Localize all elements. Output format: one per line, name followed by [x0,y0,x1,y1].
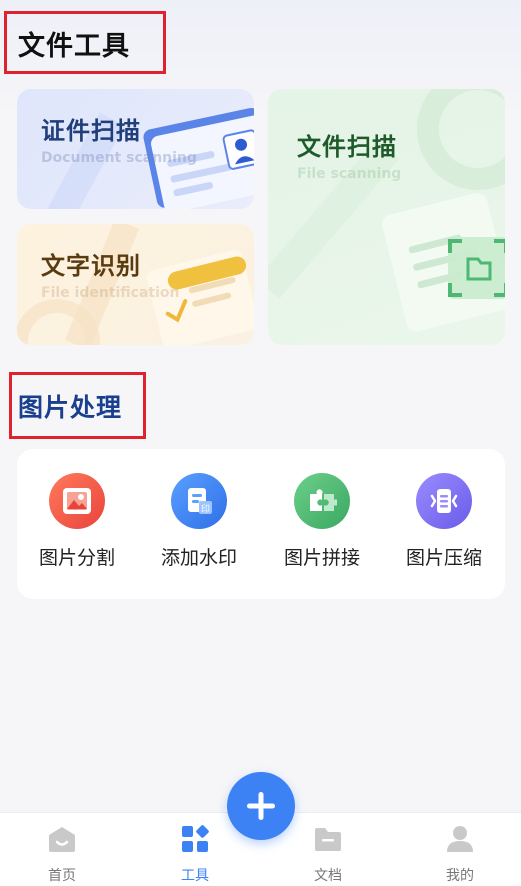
add-watermark-button[interactable]: 印 添加水印 [149,473,249,570]
ocr-card[interactable]: 文字识别 File identification [17,224,254,345]
image-stitch-label: 图片拼接 [283,547,360,569]
nav-label-tools: 工具 [181,868,209,884]
image-stitch-button[interactable]: 图片拼接 [272,473,372,570]
id-scan-card[interactable]: 证件扫描 Document scanning [17,89,254,209]
image-tools-panel: 图片分割 印 添加水印 图片拼接 图片压缩 [17,449,505,599]
watermark-icon: 印 [171,473,227,529]
profile-icon [447,826,473,852]
puzzle-icon [294,473,350,529]
nav-label-documents: 文档 [314,868,342,884]
ocr-title: 文字识别 [41,252,141,280]
file-scan-title: 文件扫描 [297,133,397,161]
nav-item-profile[interactable]: 我的 [420,823,500,885]
nav-item-tools[interactable]: 工具 [155,823,235,885]
image-split-icon [49,473,105,529]
ocr-subtitle: File identification [41,285,180,301]
folder-icon [315,828,341,851]
compress-icon [416,473,472,529]
nav-label-profile: 我的 [446,868,474,884]
tools-icon [182,825,209,852]
svg-text:印: 印 [201,503,210,515]
add-watermark-label: 添加水印 [160,547,237,569]
id-scan-title: 证件扫描 [41,117,141,145]
image-processing-title: 图片处理 [18,388,122,424]
nav-item-home[interactable]: 首页 [22,823,102,885]
file-scan-card[interactable]: 文件扫描 File scanning [268,89,505,345]
file-scan-subtitle: File scanning [297,166,402,182]
nav-label-home: 首页 [48,868,76,884]
home-icon [49,827,75,852]
image-compress-button[interactable]: 图片压缩 [394,473,494,570]
plus-icon [247,792,275,820]
image-compress-label: 图片压缩 [405,547,482,569]
nav-item-documents[interactable]: 文档 [288,823,368,885]
id-scan-subtitle: Document scanning [41,150,197,166]
add-fab-button[interactable] [227,772,295,840]
image-split-button[interactable]: 图片分割 [27,473,127,570]
id-card-illustration [47,107,254,209]
file-tools-title: 文件工具 [18,31,130,62]
image-split-label: 图片分割 [38,547,115,569]
